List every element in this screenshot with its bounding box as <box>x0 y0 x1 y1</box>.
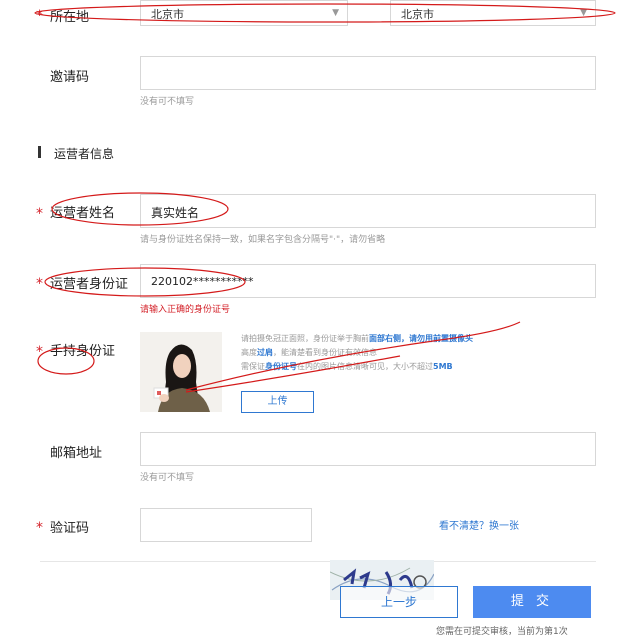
divider <box>40 561 596 562</box>
photo-guidelines: 请拍摄免冠正面照，身份证举于胸前面部右侧，请勿用前置摄像头 高度过肩，能清楚看到… <box>241 332 581 374</box>
city-select[interactable]: 北京市 ▼ <box>390 0 596 26</box>
operator-name-hint: 请与身份证姓名保持一致，如果名字包含分隔号"·"，请勿省略 <box>140 235 386 245</box>
guide-line3-size: 5MB <box>433 362 453 371</box>
operator-name-label: 运营者姓名 <box>50 206 116 221</box>
province-value: 北京市 <box>151 8 184 21</box>
footer-note: 您需在可提交审核，当前为第1次 <box>436 627 568 637</box>
red-annotation-overlay <box>34 3 616 393</box>
captcha-refresh-link[interactable]: 看不清楚？换一张 <box>439 517 519 532</box>
city-value: 北京市 <box>401 8 434 21</box>
location-label: 所在地 <box>50 10 90 25</box>
invite-input[interactable] <box>140 56 596 90</box>
guide-line2-prefix: 高度 <box>241 348 257 357</box>
section-marker <box>38 146 41 158</box>
upload-button[interactable]: 上传 <box>241 391 314 413</box>
invite-hint: 没有可不填写 <box>140 97 195 107</box>
email-hint: 没有可不填写 <box>140 473 195 483</box>
hold-id-label: 手持身份证 <box>50 344 116 359</box>
operator-id-value: 220102*********** <box>151 275 254 288</box>
id-photo-sample <box>140 332 222 412</box>
email-label: 邮箱地址 <box>50 446 103 461</box>
operator-id-error: 请输入正确的身份证号 <box>140 305 231 315</box>
required-star: * <box>36 276 43 292</box>
guide-line3-highlight: 身份证号 <box>265 362 297 371</box>
guide-line1-text: 请拍摄免冠正面照，身份证举于胸前 <box>241 334 369 343</box>
chevron-down-icon: ▼ <box>332 8 339 18</box>
operator-id-label: 运营者身份证 <box>50 277 129 292</box>
guide-line3-prefix: 需保证 <box>241 362 265 371</box>
email-input[interactable] <box>140 432 596 466</box>
province-select[interactable]: 北京市 ▼ <box>140 0 348 26</box>
person-photo-image <box>140 332 222 412</box>
required-star: * <box>36 520 43 536</box>
operator-name-input[interactable]: 真实姓名 <box>140 194 596 228</box>
operator-id-input[interactable]: 220102*********** <box>140 264 596 298</box>
submit-button[interactable]: 提 交 <box>473 586 591 618</box>
guide-line2-highlight: 过肩 <box>257 348 273 357</box>
chevron-down-icon: ▼ <box>580 8 587 18</box>
required-star: * <box>36 8 43 24</box>
captcha-label: 验证码 <box>50 521 90 536</box>
prev-step-button[interactable]: 上一步 <box>340 586 458 618</box>
required-star: * <box>36 344 43 360</box>
guide-line2-suffix: ，能清楚看到身份证有效信息 <box>273 348 377 357</box>
guide-line3-middle: 在内的图片信息清晰可见，大小不超过 <box>297 362 433 371</box>
operator-name-value: 真实姓名 <box>151 206 200 220</box>
guide-line1-highlight: 面部右侧，请勿用前置摄像头 <box>369 334 473 343</box>
captcha-input[interactable] <box>140 508 312 542</box>
required-star: * <box>36 206 43 222</box>
section-title: 运营者信息 <box>54 147 115 161</box>
invite-label: 邀请码 <box>50 70 90 85</box>
